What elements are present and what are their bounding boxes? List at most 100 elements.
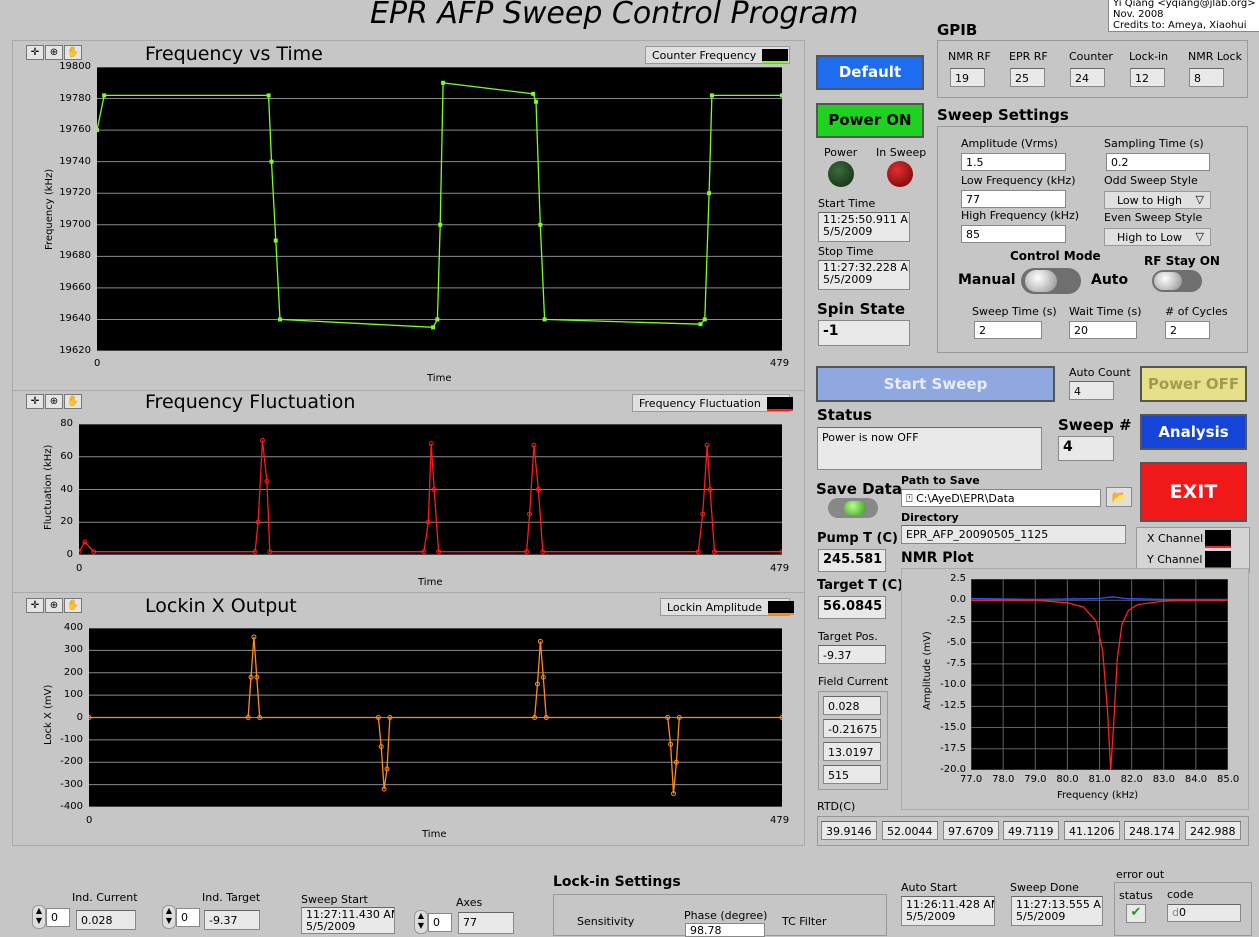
status-check-icon: ✔ <box>1126 904 1146 923</box>
rf-stay-on-toggle[interactable] <box>1152 270 1202 292</box>
rtd-value: 52.0044 <box>882 821 938 840</box>
auto-label: Auto <box>1091 272 1129 288</box>
rtd-label: RTD(C) <box>817 800 856 813</box>
crosshair-tool-icon[interactable]: ✛ <box>26 598 44 613</box>
data-point <box>278 317 283 322</box>
ind-current-label: Ind. Current <box>72 891 138 904</box>
amplitude-input[interactable]: 1.5 <box>961 153 1066 171</box>
x-tick-label: 0 <box>94 358 101 369</box>
x-axis-label: Time <box>427 373 452 384</box>
gpib-lockin-input[interactable]: 12 <box>1130 68 1165 87</box>
stepper-arrows-icon[interactable]: ▲ ▼ <box>414 910 428 934</box>
y-axis-label: Fluctuation (kHz) <box>43 444 54 530</box>
y-tick-label: 19740 <box>59 155 91 167</box>
exit-button[interactable]: EXIT <box>1140 462 1247 522</box>
low-frequency-input[interactable]: 77 <box>961 190 1066 208</box>
credits-box: Yi Qiang <yqiang@jlab.org> Nov. 2008 Cre… <box>1108 0 1259 32</box>
nmr-legend[interactable]: X Channel Y Channel <box>1136 527 1250 573</box>
browse-folder-icon[interactable]: 📂 <box>1106 487 1132 507</box>
stepper-arrows-icon[interactable]: ▲ ▼ <box>162 905 176 929</box>
data-point <box>542 317 547 322</box>
plot-legend[interactable]: Lockin Amplitude <box>660 598 794 616</box>
axes-index[interactable]: 0 <box>428 913 452 932</box>
plot-legend[interactable]: Frequency Fluctuation <box>632 394 793 412</box>
even-sweep-style-select[interactable]: High to Low ▽ <box>1104 228 1211 246</box>
x-axis-label: Time <box>422 829 447 840</box>
odd-sweep-style-select[interactable]: Low to High ▽ <box>1104 191 1211 209</box>
gpib-nmr-lock-input[interactable]: 8 <box>1189 68 1224 87</box>
pan-hand-icon[interactable]: ✋ <box>64 45 82 60</box>
phase-input[interactable]: 98.78 <box>685 923 765 937</box>
gpib-label: GPIB <box>937 21 978 39</box>
zoom-tool-icon[interactable]: ⊕ <box>45 598 63 613</box>
wait-time-input[interactable]: 20 <box>1069 321 1137 339</box>
x-tick-label: 82.0 <box>1120 774 1143 785</box>
graph-title: Frequency vs Time <box>145 43 323 65</box>
legend-label: X Channel <box>1147 532 1204 545</box>
error-out-label: error out <box>1116 868 1165 881</box>
high-frequency-input[interactable]: 85 <box>961 225 1066 243</box>
save-data-toggle[interactable] <box>828 498 878 518</box>
wait-time-label: Wait Time (s) <box>1069 305 1142 318</box>
data-point <box>97 128 99 133</box>
error-code-value: 0 <box>1178 906 1186 919</box>
target-temp-label: Target T (C) <box>817 578 904 593</box>
sampling-time-label: Sampling Time (s) <box>1104 137 1204 150</box>
default-button[interactable]: Default <box>816 55 924 90</box>
sampling-time-input[interactable]: 0.2 <box>1106 153 1210 171</box>
rtd-value: 242.988 <box>1185 821 1241 840</box>
error-code-display: d0 <box>1167 904 1241 922</box>
fluctuation-plot[interactable] <box>79 424 782 555</box>
plot-legend[interactable]: Counter Frequency <box>645 46 790 64</box>
sweep-done-date: 5/5/2009 <box>1016 910 1066 923</box>
even-sweep-style-value: High to Low <box>1117 231 1182 244</box>
zoom-tool-icon[interactable]: ⊕ <box>45 45 63 60</box>
lockin-plot[interactable] <box>89 628 782 807</box>
ind-target-index[interactable]: 0 <box>176 908 200 927</box>
lockin-settings-label: Lock-in Settings <box>553 874 681 890</box>
y-tick-label: -2.5 <box>946 615 966 627</box>
power-off-button[interactable]: Power OFF <box>1140 366 1247 402</box>
crosshair-tool-icon[interactable]: ✛ <box>26 45 44 60</box>
x-tick-label: 0 <box>86 815 93 826</box>
cycles-input[interactable]: 2 <box>1165 321 1210 339</box>
data-point <box>441 80 446 85</box>
gpib-nmr-rf-input[interactable]: 19 <box>950 68 985 87</box>
control-mode-toggle[interactable] <box>1021 268 1081 294</box>
rf-stay-on-label: RF Stay ON <box>1144 254 1220 268</box>
crosshair-tool-icon[interactable]: ✛ <box>26 394 44 409</box>
axes-value: 77 <box>458 912 514 934</box>
x-tick-label: 78.0 <box>992 774 1015 785</box>
pan-hand-icon[interactable]: ✋ <box>64 598 82 613</box>
credits-line: Credits to: Ameya, Xiaohui <box>1113 20 1247 31</box>
path-to-save-input[interactable]: ⍞ C:\AyeD\EPR\Data <box>901 489 1101 507</box>
pan-hand-icon[interactable]: ✋ <box>64 394 82 409</box>
field-current-value: 515 <box>823 765 881 784</box>
start-time-display: 11:25:50.911 AM 5/5/2009 <box>818 212 910 242</box>
ind-current-index[interactable]: 0 <box>46 908 70 927</box>
start-sweep-button[interactable]: Start Sweep <box>816 366 1055 402</box>
gpib-epr-rf-input[interactable]: 25 <box>1010 68 1045 87</box>
nmr-plot[interactable] <box>971 579 1228 770</box>
rtd-value: 41.1206 <box>1064 821 1120 840</box>
y-axis-label: Lock X (mV) <box>43 684 54 745</box>
start-time-label: Start Time <box>818 197 876 210</box>
sweep-start-date: 5/5/2009 <box>306 920 356 933</box>
legend-swatch <box>767 601 794 615</box>
x-tick-label: 80.0 <box>1056 774 1079 785</box>
analysis-button[interactable]: Analysis <box>1140 414 1247 450</box>
power-on-button[interactable]: Power ON <box>816 103 924 138</box>
data-point <box>273 238 278 243</box>
stepper-arrows-icon[interactable]: ▲ ▼ <box>32 905 46 929</box>
ind-current-value: 0.028 <box>76 910 136 930</box>
y-tick-label: 200 <box>63 666 83 678</box>
frequency-plot[interactable] <box>97 67 782 351</box>
sweep-time-input[interactable]: 2 <box>974 321 1042 339</box>
x-tick-label: 81.0 <box>1088 774 1111 785</box>
status-label: Status <box>817 406 872 424</box>
data-point <box>435 317 440 322</box>
y-tick-label: 40 <box>60 483 73 495</box>
zoom-tool-icon[interactable]: ⊕ <box>45 394 63 409</box>
in-sweep-led-icon <box>887 161 913 187</box>
gpib-counter-input[interactable]: 24 <box>1070 68 1105 87</box>
